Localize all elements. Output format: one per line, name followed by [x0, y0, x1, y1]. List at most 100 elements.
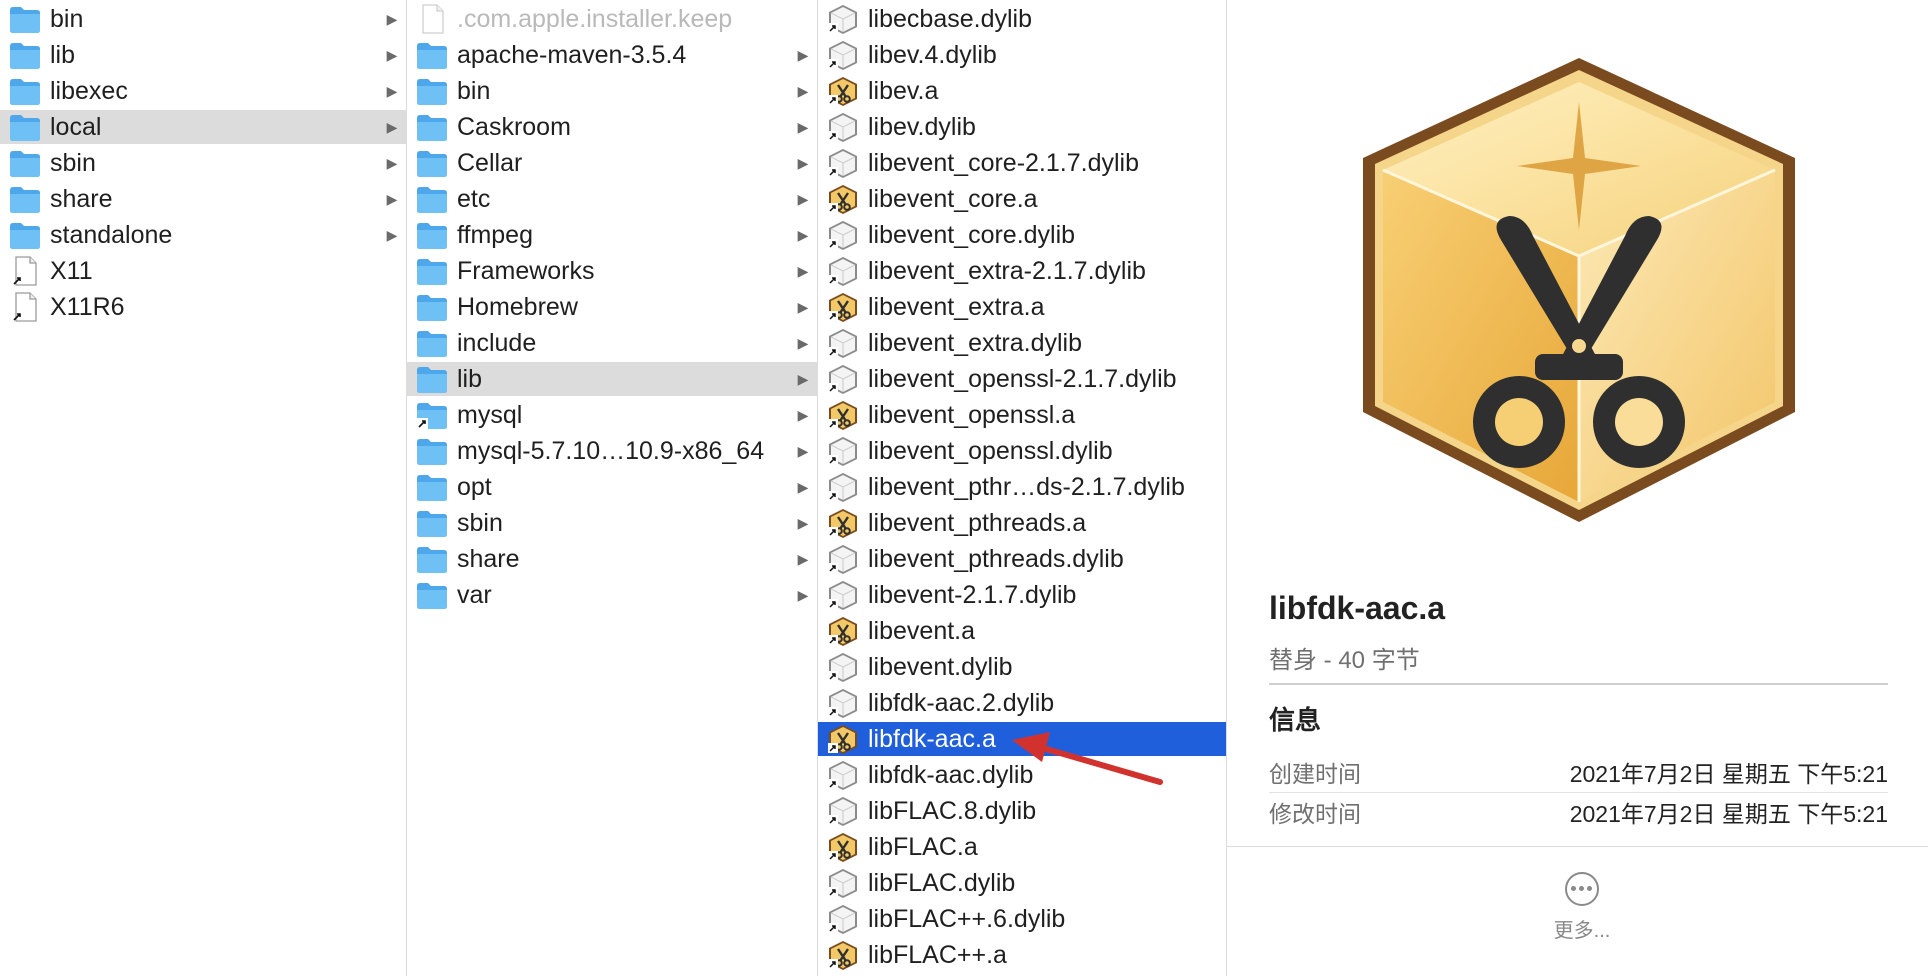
folder-icon	[415, 183, 449, 215]
list-item[interactable]: libevent_pthreads.a	[818, 506, 1226, 540]
list-item[interactable]: libFLAC.a	[818, 830, 1226, 864]
list-item[interactable]: libevent_pthreads.dylib	[818, 542, 1226, 576]
list-item[interactable]: bin ▶	[0, 2, 406, 36]
disclosure-arrow-icon: ▶	[797, 514, 809, 531]
disclosure-arrow-icon: ▶	[386, 226, 398, 243]
list-item[interactable]: mysql ▶	[407, 398, 817, 432]
dylib-icon	[826, 147, 860, 179]
list-item[interactable]: etc ▶	[407, 182, 817, 216]
static-library-icon	[826, 183, 860, 215]
item-label: libevent_openssl.dylib	[868, 436, 1113, 465]
dylib-icon	[826, 3, 860, 35]
list-item[interactable]: libevent.dylib	[818, 650, 1226, 684]
list-item[interactable]: bin ▶	[407, 74, 817, 108]
item-label: mysql-5.7.10…10.9-x86_64	[457, 436, 765, 465]
list-item[interactable]: libevent_extra.dylib	[818, 326, 1226, 360]
file-icon	[415, 3, 449, 35]
more-button[interactable]: 更多...	[1542, 872, 1622, 943]
disclosure-arrow-icon: ▶	[386, 10, 398, 27]
list-item[interactable]: mysql-5.7.10…10.9-x86_64 ▶	[407, 434, 817, 468]
disclosure-arrow-icon: ▶	[797, 334, 809, 351]
item-label: libev.4.dylib	[868, 40, 997, 69]
item-label: Homebrew	[457, 292, 578, 321]
list-item[interactable]: libevent_pthr…ds-2.1.7.dylib	[818, 470, 1226, 504]
library-archive-icon	[1329, 40, 1829, 540]
item-label: Frameworks	[457, 256, 595, 285]
list-item[interactable]: X11	[0, 254, 406, 288]
list-item[interactable]: libFLAC.dylib	[818, 866, 1226, 900]
list-item[interactable]: libFLAC.8.dylib	[818, 794, 1226, 828]
list-item[interactable]: libevent_openssl.a	[818, 398, 1226, 432]
dylib-icon	[826, 327, 860, 359]
list-item[interactable]: libFLAC++.6.dylib	[818, 902, 1226, 936]
disclosure-arrow-icon: ▶	[797, 118, 809, 135]
item-label: X11	[50, 256, 93, 285]
list-item[interactable]: Caskroom ▶	[407, 110, 817, 144]
list-item[interactable]: local ▶	[0, 110, 406, 144]
list-item[interactable]: libevent_extra.a	[818, 290, 1226, 324]
list-item[interactable]: Cellar ▶	[407, 146, 817, 180]
list-item[interactable]: libevent_openssl.dylib	[818, 434, 1226, 468]
list-item[interactable]: libevent_extra-2.1.7.dylib	[818, 254, 1226, 288]
list-item[interactable]: lib ▶	[0, 38, 406, 72]
item-label: bin	[50, 4, 84, 33]
list-item[interactable]: libfdk-aac.a	[818, 722, 1226, 756]
list-item[interactable]: Homebrew ▶	[407, 290, 817, 324]
disclosure-arrow-icon: ▶	[797, 46, 809, 63]
list-item[interactable]: opt ▶	[407, 470, 817, 504]
folder-icon	[415, 579, 449, 611]
item-label: mysql	[457, 400, 523, 429]
list-item[interactable]: libfdk-aac.dylib	[818, 758, 1226, 792]
folder-icon	[8, 183, 42, 215]
folder-icon	[415, 507, 449, 539]
list-item[interactable]: share ▶	[0, 182, 406, 216]
column-local[interactable]: .com.apple.installer.keep apache-maven-3.…	[407, 0, 818, 976]
list-item[interactable]: ffmpeg ▶	[407, 218, 817, 252]
list-item[interactable]: libevent_openssl-2.1.7.dylib	[818, 362, 1226, 396]
list-item[interactable]: X11R6	[0, 290, 406, 324]
list-item[interactable]: lib ▶	[407, 362, 817, 396]
item-label: libfdk-aac.dylib	[868, 760, 1034, 789]
dylib-icon	[826, 543, 860, 575]
dylib-icon	[826, 255, 860, 287]
list-item[interactable]: var ▶	[407, 578, 817, 612]
list-item[interactable]: libev.a	[818, 74, 1226, 108]
list-item[interactable]: libevent-2.1.7.dylib	[818, 578, 1226, 612]
item-label: opt	[457, 472, 492, 501]
list-item[interactable]: .com.apple.installer.keep	[407, 2, 817, 36]
list-item[interactable]: libevent.a	[818, 614, 1226, 648]
folder-icon	[415, 111, 449, 143]
list-item[interactable]: sbin ▶	[0, 146, 406, 180]
item-label: libevent_extra.dylib	[868, 328, 1083, 357]
list-item[interactable]: include ▶	[407, 326, 817, 360]
folder-icon	[8, 3, 42, 35]
more-label: 更多...	[1553, 920, 1611, 942]
divider	[1269, 683, 1888, 685]
list-item[interactable]: libecbase.dylib	[818, 2, 1226, 36]
list-item[interactable]: libev.dylib	[818, 110, 1226, 144]
disclosure-arrow-icon: ▶	[797, 82, 809, 99]
list-item[interactable]: Frameworks ▶	[407, 254, 817, 288]
column-lib[interactable]: libecbase.dylib libev.4.dylib libev.a libev…	[818, 0, 1227, 976]
list-item[interactable]: share ▶	[407, 542, 817, 576]
list-item[interactable]: libFLAC++.a	[818, 938, 1226, 972]
list-item[interactable]: libfdk-aac.2.dylib	[818, 686, 1226, 720]
item-label: Caskroom	[457, 112, 571, 141]
list-item[interactable]: sbin ▶	[407, 506, 817, 540]
list-item[interactable]: libevent_core.dylib	[818, 218, 1226, 252]
item-label: libFLAC.dylib	[868, 868, 1016, 897]
disclosure-arrow-icon: ▶	[797, 586, 809, 603]
item-label: libevent_core.dylib	[868, 220, 1076, 249]
list-item[interactable]: apache-maven-3.5.4 ▶	[407, 38, 817, 72]
list-item[interactable]: libev.4.dylib	[818, 38, 1226, 72]
item-label: var	[457, 580, 492, 609]
static-library-icon	[826, 507, 860, 539]
list-item[interactable]: standalone ▶	[0, 218, 406, 252]
list-item[interactable]: libexec ▶	[0, 74, 406, 108]
list-item[interactable]: libevent_core.a	[818, 182, 1226, 216]
item-label: libevent-2.1.7.dylib	[868, 580, 1077, 609]
column-usr[interactable]: bin ▶ lib ▶ libexec ▶ local ▶ sbin ▶ share ▶ standal…	[0, 0, 407, 976]
list-item[interactable]: libevent_core-2.1.7.dylib	[818, 146, 1226, 180]
folder-icon	[8, 111, 42, 143]
item-label: lib	[457, 364, 483, 393]
